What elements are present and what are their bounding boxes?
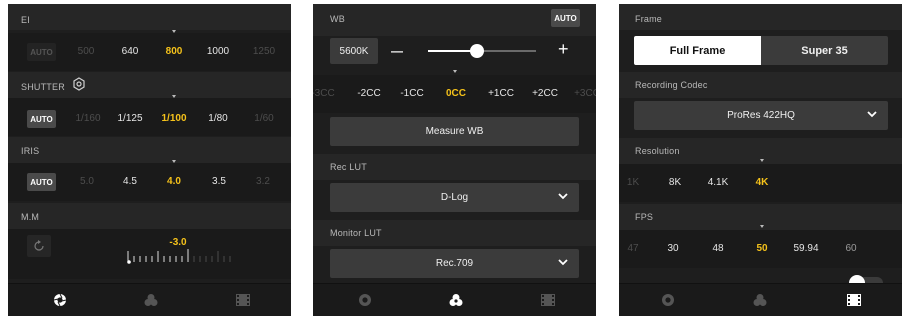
ei-header <box>8 4 291 30</box>
iris-value[interactable]: 3.5 <box>212 176 226 187</box>
codec-value: ProRes 422HQ <box>727 110 795 121</box>
iris-row[interactable]: AUTO 5.0 4.5 4.0 3.5 3.2 <box>8 163 291 201</box>
cc-value[interactable]: +2CC <box>532 88 558 99</box>
codec-label: Recording Codec <box>635 80 708 90</box>
monitor-lut-value: Rec.709 <box>435 258 474 269</box>
cc-value[interactable]: +1CC <box>488 88 514 99</box>
iris-label: IRIS <box>21 146 40 156</box>
aperture-icon[interactable] <box>660 292 676 308</box>
color-circles-icon[interactable] <box>143 292 159 308</box>
tab-bar <box>313 283 596 316</box>
film-icon[interactable] <box>846 292 862 308</box>
reset-icon[interactable] <box>27 235 51 257</box>
fps-row[interactable]: 47 30 48 50 59.94 60 <box>619 230 902 268</box>
mm-scale[interactable] <box>126 248 246 264</box>
mm-value: -3.0 <box>169 237 187 248</box>
color-circles-icon[interactable] <box>752 292 768 308</box>
shutter-auto-button[interactable]: AUTO <box>27 110 56 128</box>
iris-header <box>8 137 291 163</box>
iris-value[interactable]: 4.5 <box>123 176 137 187</box>
cc-value-selected[interactable]: 0CC <box>446 88 466 99</box>
chevron-down-icon <box>557 191 569 204</box>
shutter-value[interactable]: 1/125 <box>117 113 142 124</box>
fps-value[interactable]: 60 <box>845 243 856 254</box>
chevron-down-icon <box>866 109 878 122</box>
recording-panel: Frame Full Frame Super 35 Recording Code… <box>619 4 902 316</box>
shutter-label: SHUTTER <box>21 82 65 92</box>
wb-slider-track[interactable] <box>428 44 536 58</box>
fps-value[interactable]: 47 <box>627 243 638 254</box>
resolution-row[interactable]: 1K 8K 4.1K 4K <box>619 164 902 202</box>
white-balance-panel: WB AUTO 5600K — + -3CC -2CC -1CC 0CC +1C… <box>313 4 596 316</box>
wb-minus-button[interactable]: — <box>391 44 403 58</box>
resolution-indicator-icon <box>760 159 764 162</box>
resolution-value-selected[interactable]: 4K <box>756 177 769 188</box>
kelvin-value-box[interactable]: 5600K <box>330 38 378 64</box>
shutter-value[interactable]: 1/60 <box>254 113 273 124</box>
chevron-down-icon <box>557 257 569 270</box>
shutter-row[interactable]: AUTO 1/160 1/125 1/100 1/80 1/60 <box>8 98 291 136</box>
resolution-value[interactable]: 1K <box>627 177 639 188</box>
film-icon[interactable] <box>235 292 251 308</box>
monitor-lut-dropdown[interactable]: Rec.709 <box>330 249 579 278</box>
cc-indicator-icon <box>453 70 457 73</box>
mm-row[interactable]: -3.0 <box>8 229 291 279</box>
iris-value[interactable]: 3.2 <box>256 176 270 187</box>
rec-lut-value: D-Log <box>440 192 469 203</box>
ei-label: EI <box>21 15 30 25</box>
gear-icon[interactable] <box>72 77 86 96</box>
mm-header <box>8 203 291 229</box>
fps-value[interactable]: 59.94 <box>793 243 818 254</box>
cc-value[interactable]: -3CC <box>313 88 335 99</box>
exposure-panel: EI AUTO 500 640 800 1000 1250 SHUTTER AU… <box>8 4 291 316</box>
frame-segmented-control[interactable]: Full Frame Super 35 <box>634 36 888 65</box>
wb-slider-thumb[interactable] <box>469 44 484 58</box>
rec-lut-label: Rec LUT <box>330 162 367 172</box>
resolution-value[interactable]: 8K <box>669 177 681 188</box>
mm-label: M.M <box>21 212 40 222</box>
iris-auto-button[interactable]: AUTO <box>27 173 56 191</box>
resolution-value[interactable]: 4.1K <box>708 177 729 188</box>
fps-label: FPS <box>635 212 654 222</box>
cc-value[interactable]: +3CC <box>574 88 596 99</box>
iris-value[interactable]: 5.0 <box>80 176 94 187</box>
monitor-lut-label: Monitor LUT <box>330 228 382 238</box>
ei-value[interactable]: 1000 <box>207 46 229 57</box>
wb-plus-button[interactable]: + <box>558 39 569 60</box>
aperture-icon[interactable] <box>357 292 373 308</box>
ei-row[interactable]: AUTO 500 640 800 1000 1250 <box>8 33 291 71</box>
shutter-value-selected[interactable]: 1/100 <box>161 113 186 124</box>
measure-wb-button[interactable]: Measure WB <box>330 117 579 146</box>
cc-value[interactable]: -1CC <box>400 88 423 99</box>
ei-value[interactable]: 640 <box>122 46 139 57</box>
ei-value[interactable]: 1250 <box>253 46 275 57</box>
wb-label: WB <box>330 14 345 24</box>
resolution-label: Resolution <box>635 146 680 156</box>
aperture-icon[interactable] <box>52 292 68 308</box>
ei-value-selected[interactable]: 800 <box>166 46 183 57</box>
tab-bar <box>619 283 902 316</box>
cc-value[interactable]: -2CC <box>357 88 380 99</box>
frame-option-full-frame[interactable]: Full Frame <box>634 36 761 65</box>
frame-option-super-35[interactable]: Super 35 <box>761 36 888 65</box>
codec-dropdown[interactable]: ProRes 422HQ <box>634 101 888 130</box>
frame-label: Frame <box>635 14 663 24</box>
wb-auto-button[interactable]: AUTO <box>551 9 580 27</box>
fps-value[interactable]: 30 <box>667 243 678 254</box>
fps-value[interactable]: 48 <box>712 243 723 254</box>
measure-wb-label: Measure WB <box>425 126 484 137</box>
film-icon[interactable] <box>540 292 556 308</box>
iris-value-selected[interactable]: 4.0 <box>167 176 181 187</box>
rec-lut-dropdown[interactable]: D-Log <box>330 183 579 212</box>
tab-bar <box>8 283 291 316</box>
fps-indicator-icon <box>760 225 764 228</box>
shutter-value[interactable]: 1/160 <box>75 113 100 124</box>
cc-row[interactable]: -3CC -2CC -1CC 0CC +1CC +2CC +3CC <box>313 75 596 113</box>
color-circles-icon[interactable] <box>448 292 464 308</box>
fps-value-selected[interactable]: 50 <box>756 243 767 254</box>
shutter-value[interactable]: 1/80 <box>208 113 227 124</box>
ei-auto-button[interactable]: AUTO <box>27 43 56 61</box>
ei-value[interactable]: 500 <box>78 46 95 57</box>
